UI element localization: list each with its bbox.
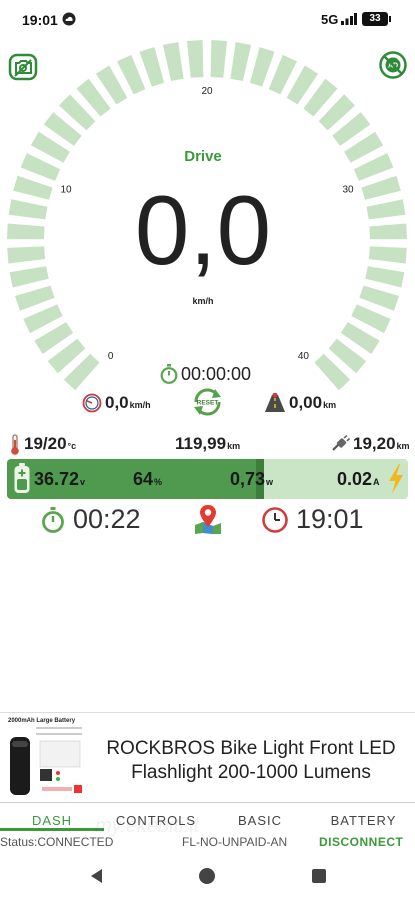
trip-timer-value: 00:00:00 bbox=[181, 363, 252, 384]
amps-value: 0.02 bbox=[337, 469, 373, 489]
range-value: 19,20 bbox=[353, 434, 396, 453]
ad-image-heading: 2000mAh Large Battery bbox=[8, 718, 76, 724]
gauge-segment bbox=[361, 175, 401, 200]
gauge-segment bbox=[369, 223, 407, 240]
tab-battery[interactable]: BATTERY bbox=[312, 813, 415, 828]
watts: 0,73 w bbox=[230, 469, 273, 490]
disconnect-button[interactable]: DISCONNECT bbox=[319, 835, 403, 849]
active-tab-indicator bbox=[0, 828, 104, 831]
gauge-label: 30 bbox=[342, 185, 354, 196]
connection-status: Status:CONNECTED bbox=[0, 835, 114, 849]
average-speed: 0,0 km/h bbox=[82, 393, 151, 413]
gauge-segment bbox=[162, 42, 184, 81]
tab-bar: DASH CONTROLS BASIC BATTERY my.ekebiti.i… bbox=[0, 802, 415, 837]
road-icon bbox=[265, 393, 285, 412]
amps-unit: A bbox=[373, 477, 380, 487]
cloud-icon bbox=[62, 12, 76, 26]
odometer-value: 119,99 bbox=[175, 434, 227, 453]
range-unit: km bbox=[396, 441, 410, 451]
average-speed-unit: km/h bbox=[129, 400, 151, 410]
stopwatch-icon bbox=[42, 506, 64, 533]
temperature-unit: °c bbox=[67, 441, 77, 451]
trip-distance-unit: km bbox=[323, 400, 337, 410]
battery-percent-unit: % bbox=[154, 477, 163, 487]
voltage-value: 36.72 bbox=[34, 469, 80, 489]
gauge-segment bbox=[368, 246, 407, 264]
power-bar: 36.72 v 64 % 0,73 w 0.02 A bbox=[7, 459, 408, 499]
temperature: 19/20 °c bbox=[9, 434, 76, 456]
gauge-segment bbox=[7, 246, 46, 264]
gauge-segment bbox=[15, 285, 55, 311]
reset-label: RESET bbox=[197, 400, 219, 407]
gauge-segment bbox=[9, 266, 49, 288]
gauge-segment bbox=[8, 199, 48, 220]
gauge-label: 0 bbox=[108, 351, 114, 362]
gauge-segment bbox=[7, 223, 45, 240]
clock-icon bbox=[262, 506, 288, 533]
speed-unit: km/h bbox=[192, 296, 214, 306]
odometer: 119,99 km bbox=[175, 434, 240, 454]
tab-basic[interactable]: BASIC bbox=[208, 813, 312, 828]
signal-icon bbox=[341, 13, 357, 25]
drive-mode-label[interactable]: Drive bbox=[153, 148, 253, 165]
ad-title[interactable]: ROCKBROS Bike Light Front LED Flashlight… bbox=[92, 737, 410, 785]
back-icon[interactable] bbox=[89, 868, 105, 884]
plug-icon bbox=[332, 435, 350, 451]
home-icon[interactable] bbox=[198, 867, 216, 885]
device-id: FL-NO-UNPAID-AN bbox=[182, 835, 288, 849]
battery-indicator: 33 bbox=[362, 12, 391, 26]
gauge-segment bbox=[210, 40, 227, 78]
gauge-label: 20 bbox=[201, 86, 213, 97]
odometer-unit: km bbox=[227, 441, 241, 451]
current-speed: 0,0 bbox=[134, 175, 272, 285]
thermometer-icon bbox=[11, 434, 19, 455]
clock-value: 19:01 bbox=[296, 504, 364, 534]
temperature-value: 19/20 bbox=[24, 434, 67, 453]
gauge-label: 40 bbox=[298, 351, 310, 362]
clock: 19:01 bbox=[262, 504, 364, 535]
connection-status-row: Status:CONNECTED FL-NO-UNPAID-AN DISCONN… bbox=[0, 834, 415, 852]
voltage: 36.72 v bbox=[34, 469, 85, 490]
average-speed-value: 0,0 bbox=[105, 393, 129, 412]
map-button[interactable] bbox=[193, 503, 223, 535]
battery-percent: 64 % bbox=[133, 469, 162, 490]
gauge-segment bbox=[365, 266, 405, 288]
status-time: 19:01 bbox=[22, 12, 58, 28]
gauge-segment bbox=[366, 199, 406, 220]
gauge-segment bbox=[139, 47, 165, 87]
ad-product-image[interactable]: 2000mAh Large Battery bbox=[6, 715, 86, 801]
trip-distance: 0,00 km bbox=[264, 393, 336, 413]
amps: 0.02 A bbox=[337, 469, 380, 490]
system-nav-bar bbox=[0, 852, 415, 900]
trip-distance-value: 0,00 bbox=[289, 393, 323, 412]
lightning-icon bbox=[389, 464, 403, 494]
gauge-segment bbox=[230, 42, 252, 81]
recents-icon[interactable] bbox=[311, 868, 327, 884]
gauge-label: 10 bbox=[60, 185, 72, 196]
speedometer-icon bbox=[82, 393, 102, 413]
range: 19,20 km bbox=[330, 434, 410, 454]
system-status-bar: 19:01 5G 33 bbox=[0, 0, 415, 40]
gauge-segment bbox=[187, 40, 204, 78]
ad-banner[interactable]: 2000mAh Large Battery ROCKBROS Bike Ligh… bbox=[0, 712, 415, 802]
ride-time-value: 00:22 bbox=[73, 504, 141, 534]
network-type: 5G bbox=[321, 12, 339, 27]
voltage-unit: v bbox=[80, 477, 86, 487]
gauge-segment bbox=[249, 47, 275, 87]
gauge-segment bbox=[359, 285, 399, 311]
tab-dash[interactable]: DASH bbox=[0, 813, 104, 828]
watts-value: 0,73 bbox=[230, 469, 266, 489]
gauge-segment bbox=[13, 175, 53, 200]
stopwatch-icon bbox=[160, 364, 178, 384]
trip-timer: 00:00:00 bbox=[160, 362, 251, 386]
ride-time: 00:22 bbox=[41, 504, 141, 535]
battery-icon bbox=[14, 463, 30, 493]
reset-button[interactable]: RESET bbox=[191, 386, 224, 418]
battery-percent-value: 64 bbox=[133, 469, 154, 489]
watts-unit: w bbox=[266, 477, 274, 487]
